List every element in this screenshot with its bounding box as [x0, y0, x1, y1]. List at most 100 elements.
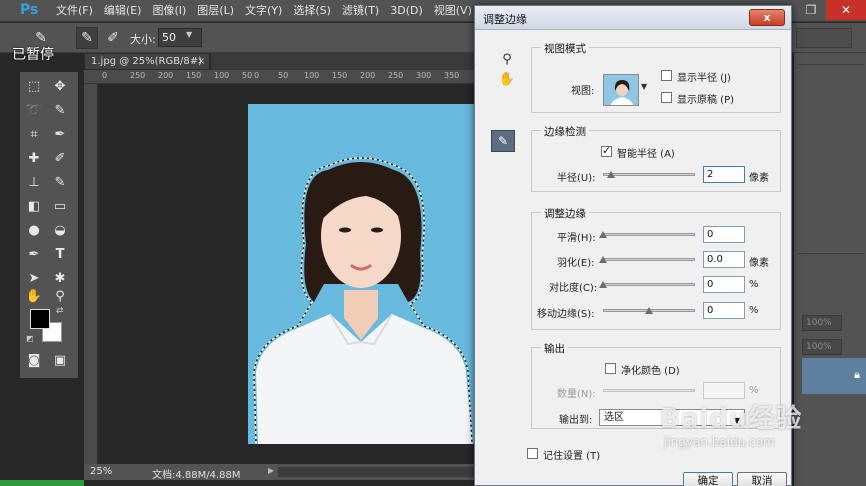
- play-icon[interactable]: ▶: [268, 466, 274, 475]
- portrait-photo: [248, 104, 474, 444]
- quick-mask-icon[interactable]: ◙: [24, 350, 44, 370]
- ruler-tick: 200: [158, 71, 174, 80]
- show-original-checkbox[interactable]: [661, 92, 672, 103]
- smooth-slider-thumb[interactable]: [599, 231, 607, 238]
- show-radius-checkbox[interactable]: [661, 70, 672, 81]
- decontaminate-label: 净化颜色 (D): [621, 366, 680, 377]
- menu-layer[interactable]: 图层(L): [197, 0, 234, 22]
- shift-edge-slider-thumb[interactable]: [645, 307, 653, 314]
- radius-slider[interactable]: [603, 173, 695, 176]
- menu-type[interactable]: 文字(Y): [245, 0, 282, 22]
- smooth-slider[interactable]: [603, 233, 695, 236]
- dodge-tool-icon[interactable]: ◒: [50, 220, 70, 240]
- swap-colors-icon[interactable]: ⇄: [56, 306, 64, 316]
- output-to-value: 选区: [604, 412, 624, 423]
- refine-radius-tool-icon[interactable]: ✎: [76, 27, 98, 49]
- canvas-area[interactable]: [98, 84, 476, 464]
- feather-slider[interactable]: [603, 258, 695, 261]
- horizontal-ruler: 0 250 200 150 100 50 0 50 100 150 200 25…: [84, 70, 476, 84]
- contrast-slider[interactable]: [603, 283, 695, 286]
- workspace-button[interactable]: [796, 28, 852, 48]
- hand-icon[interactable]: ✋: [497, 70, 517, 88]
- smart-radius-label: 智能半径 (A): [617, 149, 675, 160]
- feather-slider-thumb[interactable]: [599, 256, 607, 263]
- clone-stamp-tool-icon[interactable]: ⊥: [24, 172, 44, 192]
- cancel-button[interactable]: 取消: [737, 472, 787, 486]
- foreground-color-swatch[interactable]: [30, 309, 50, 329]
- quick-select-tool-icon[interactable]: ✎: [50, 100, 70, 120]
- status-bar: 25% 文档:4.88M/4.88M ▶: [84, 464, 476, 481]
- move-tool-icon[interactable]: ✥: [50, 76, 70, 96]
- vertical-ruler: [84, 84, 98, 464]
- refine-radius-icon[interactable]: ✎: [491, 130, 515, 152]
- radius-label: 半径(U):: [557, 173, 596, 184]
- opacity-field[interactable]: 100%: [802, 315, 842, 331]
- output-to-select[interactable]: 选区 ▼: [599, 409, 745, 426]
- view-label: 视图:: [571, 86, 595, 97]
- radius-input[interactable]: 2: [703, 166, 745, 183]
- fill-field[interactable]: 100%: [802, 339, 842, 355]
- zoom-tool-icon[interactable]: ⚲: [50, 286, 70, 306]
- crop-tool-icon[interactable]: ⌗: [24, 124, 44, 144]
- screen-mode-icon[interactable]: ▣: [50, 350, 70, 370]
- feather-input[interactable]: 0.0: [703, 251, 745, 268]
- gradient-tool-icon[interactable]: ▭: [50, 196, 70, 216]
- blur-tool-icon[interactable]: ●: [24, 220, 44, 240]
- horizontal-scrollbar[interactable]: [278, 467, 474, 477]
- healing-brush-tool-icon[interactable]: ✚: [24, 148, 44, 168]
- lasso-tool-icon[interactable]: ➰: [24, 100, 44, 120]
- brush-tool-icon[interactable]: ✐: [50, 148, 70, 168]
- dialog-close-button[interactable]: x: [749, 9, 785, 26]
- menu-3d[interactable]: 3D(D): [390, 0, 423, 22]
- menu-select[interactable]: 选择(S): [293, 0, 331, 22]
- chevron-down-icon[interactable]: ▼: [641, 82, 647, 91]
- view-thumbnail[interactable]: [603, 74, 639, 106]
- shift-edge-input[interactable]: 0: [703, 302, 745, 319]
- default-colors-icon[interactable]: ◩: [26, 334, 34, 343]
- amount-unit: %: [749, 385, 759, 396]
- shape-tool-icon[interactable]: ✱: [50, 268, 70, 288]
- zoom-level[interactable]: 25%: [90, 466, 112, 477]
- document-tab-title: 1.jpg @ 25%(RGB/8#): [91, 56, 203, 67]
- size-input[interactable]: 50: [158, 28, 202, 47]
- path-select-tool-icon[interactable]: ➤: [24, 268, 44, 288]
- menu-filter[interactable]: 滤镜(T): [342, 0, 379, 22]
- layer-row-selected[interactable]: 🔒︎: [802, 358, 866, 394]
- output-to-label: 输出到:: [559, 415, 593, 426]
- close-icon[interactable]: ×: [197, 54, 205, 69]
- contrast-unit: %: [749, 279, 759, 290]
- erase-refinements-tool-icon[interactable]: ✐: [102, 27, 124, 49]
- view-mode-title: 视图模式: [541, 41, 589, 56]
- eyedropper-tool-icon[interactable]: ✒: [50, 124, 70, 144]
- contrast-input[interactable]: 0: [703, 276, 745, 293]
- window-close-icon[interactable]: ✕: [826, 0, 866, 20]
- pen-tool-icon[interactable]: ✒: [24, 244, 44, 264]
- ruler-tick: 0: [102, 71, 108, 80]
- type-tool-icon[interactable]: T: [50, 244, 70, 264]
- menu-edit[interactable]: 编辑(E): [104, 0, 142, 22]
- eraser-tool-icon[interactable]: ◧: [24, 196, 44, 216]
- smart-radius-checkbox[interactable]: [601, 144, 612, 157]
- contrast-label: 对比度(C):: [549, 283, 598, 294]
- decontaminate-checkbox[interactable]: [605, 363, 616, 374]
- ruler-tick: 250: [130, 71, 146, 80]
- radius-slider-thumb[interactable]: [607, 171, 615, 178]
- view-mode-group: 视图模式: [531, 41, 781, 113]
- marquee-tool-icon[interactable]: ⬚: [24, 76, 44, 96]
- menu-view[interactable]: 视图(V): [434, 0, 472, 22]
- menu-image[interactable]: 图像(I): [152, 0, 186, 22]
- hand-tool-icon[interactable]: ✋: [24, 286, 44, 306]
- chevron-down-icon[interactable]: ▼: [186, 30, 192, 39]
- menu-file[interactable]: 文件(F): [56, 0, 93, 22]
- contrast-slider-thumb[interactable]: [599, 281, 607, 288]
- document-tab[interactable]: 1.jpg @ 25%(RGB/8#) ×: [84, 53, 210, 70]
- ok-button[interactable]: 确定: [683, 472, 733, 486]
- history-brush-tool-icon[interactable]: ✎: [50, 172, 70, 192]
- ruler-tick: 150: [186, 71, 202, 80]
- zoom-icon[interactable]: ⚲: [497, 50, 517, 68]
- edge-detection-title: 边缘检测: [541, 124, 589, 139]
- maximize-icon[interactable]: ❐: [796, 0, 826, 20]
- smooth-input[interactable]: 0: [703, 226, 745, 243]
- dialog-titlebar[interactable]: 调整边缘 x: [475, 6, 791, 30]
- remember-settings-checkbox[interactable]: [527, 448, 538, 459]
